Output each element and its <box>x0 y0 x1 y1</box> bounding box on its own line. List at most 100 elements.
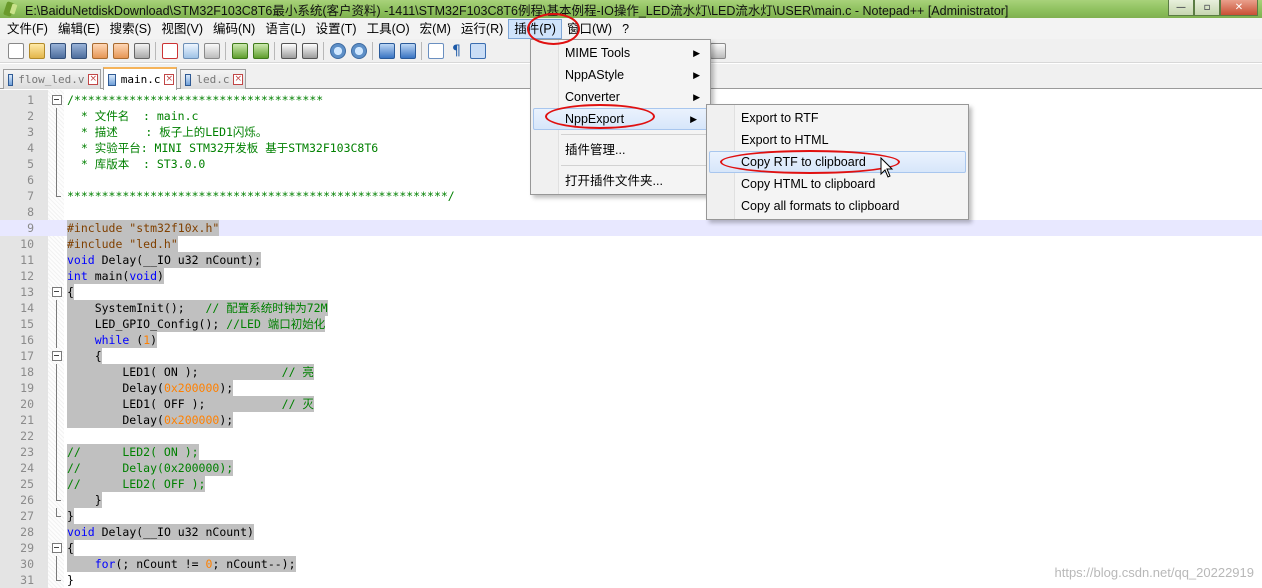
toolbar-separator <box>372 41 373 60</box>
code-token: ) <box>157 269 164 283</box>
nppexport-menu-item[interactable]: Copy RTF to clipboard <box>709 151 966 173</box>
code-token: { <box>67 285 74 299</box>
tab-close-icon[interactable]: × <box>88 74 98 85</box>
code-line[interactable]: 19 Delay(0x200000); <box>0 380 1262 396</box>
nppexport-menu-item[interactable]: Copy HTML to clipboard <box>707 173 968 195</box>
code-token: ); <box>219 413 234 427</box>
plugins-menu-item[interactable]: Converter ▶ <box>531 86 710 108</box>
menu-item[interactable]: 运行(R) <box>456 19 508 39</box>
plugins-menu-item[interactable]: 插件管理... <box>531 139 710 161</box>
fold-toggle-icon[interactable] <box>52 540 62 556</box>
menu-item[interactable]: 窗口(W) <box>562 19 617 39</box>
code-line[interactable]: 22 <box>0 428 1262 444</box>
line-number: 10 <box>20 237 34 251</box>
menu-item[interactable]: 设置(T) <box>311 19 362 39</box>
plugins-menu-item[interactable]: NppAStyle ▶ <box>531 64 710 86</box>
show-all-chars-icon[interactable]: ¶ <box>449 43 465 59</box>
sync-horizontal-icon[interactable] <box>399 42 416 59</box>
code-token: LED1( OFF ); <box>67 397 282 411</box>
menu-item[interactable]: 编码(N) <box>208 19 260 39</box>
code-line[interactable]: 29 { <box>0 540 1262 556</box>
save-all-icon[interactable] <box>70 42 87 59</box>
file-tab[interactable]: flow_led.v × <box>3 69 101 89</box>
code-line[interactable]: 15 LED_GPIO_Config(); //LED 端口初始化 <box>0 316 1262 332</box>
paste-icon[interactable] <box>203 42 220 59</box>
menu-item[interactable]: 插件(P) <box>508 18 562 39</box>
sync-vertical-icon[interactable] <box>378 42 395 59</box>
menu-item[interactable]: 编辑(E) <box>53 19 105 39</box>
fold-toggle-icon[interactable] <box>52 348 62 364</box>
close-file-icon[interactable] <box>91 42 108 59</box>
code-token: void <box>67 253 95 267</box>
code-text: Delay(0x200000); <box>67 380 234 396</box>
code-token: void <box>67 525 95 539</box>
plugins-menu-item[interactable]: MIME Tools ▶ <box>531 42 710 64</box>
cut-icon[interactable] <box>161 42 178 59</box>
minimize-button[interactable]: — <box>1168 0 1194 16</box>
menu-item[interactable]: 宏(M) <box>415 19 456 39</box>
restore-button[interactable]: ▫ <box>1194 0 1220 16</box>
new-file-icon[interactable] <box>7 42 24 59</box>
code-line[interactable]: 24 // Delay(0x200000); <box>0 460 1262 476</box>
file-tab[interactable]: main.c × <box>103 67 177 90</box>
code-line[interactable]: 23 // LED2( ON ); <box>0 444 1262 460</box>
code-token: // 灭 <box>281 397 314 411</box>
undo-icon[interactable] <box>231 42 248 59</box>
menu-item[interactable]: ? <box>617 19 634 39</box>
menu-item[interactable]: 搜索(S) <box>105 19 157 39</box>
menu-item[interactable]: 文件(F) <box>2 19 53 39</box>
nppexport-menu-item[interactable]: Copy all formats to clipboard <box>707 195 968 217</box>
word-wrap-icon[interactable] <box>427 42 444 59</box>
code-line[interactable]: 28 void Delay(__IO u32 nCount) <box>0 524 1262 540</box>
plugins-menu-item[interactable]: NppExport ▶ <box>533 108 708 130</box>
menu-item[interactable]: 语言(L) <box>260 19 310 39</box>
print-icon[interactable] <box>133 42 150 59</box>
code-line[interactable]: 18 LED1( ON ); // 亮 <box>0 364 1262 380</box>
code-line[interactable]: 10 #include "led.h" <box>0 236 1262 252</box>
nppexport-menu-item[interactable]: Export to RTF <box>707 107 968 129</box>
code-text: // Delay(0x200000); <box>67 460 234 476</box>
code-line[interactable]: 16 while (1) <box>0 332 1262 348</box>
code-line[interactable]: 17 { <box>0 348 1262 364</box>
code-line[interactable]: 14 SystemInit(); // 配置系统时钟为72M <box>0 300 1262 316</box>
plugins-menu-item[interactable]: 打开插件文件夹... <box>531 170 710 192</box>
fold-toggle-icon[interactable] <box>52 284 62 300</box>
line-number: 22 <box>20 429 34 443</box>
fold-line-icon <box>52 124 61 140</box>
open-file-icon[interactable] <box>28 42 45 59</box>
line-number: 30 <box>20 557 34 571</box>
close-button[interactable]: ✕ <box>1220 0 1258 16</box>
code-line[interactable]: 25 // LED2( OFF ); <box>0 476 1262 492</box>
tab-close-icon[interactable]: × <box>164 74 174 85</box>
copy-icon[interactable] <box>182 42 199 59</box>
file-save-icon <box>108 73 116 86</box>
menu-item[interactable]: 工具(O) <box>362 19 415 39</box>
nppexport-menu-item[interactable]: Export to HTML <box>707 129 968 151</box>
file-tab[interactable]: led.c × <box>180 69 246 89</box>
code-line[interactable]: 8 <box>0 204 1262 220</box>
save-macro-icon[interactable] <box>709 42 726 59</box>
code-line[interactable]: 12 int main(void) <box>0 268 1262 284</box>
code-line[interactable]: 27} <box>0 508 1262 524</box>
code-line[interactable]: 21 Delay(0x200000); <box>0 412 1262 428</box>
replace-icon[interactable] <box>301 42 318 59</box>
menu-item[interactable]: 视图(V) <box>156 19 208 39</box>
fold-toggle-icon[interactable] <box>52 92 62 108</box>
fold-line-icon <box>52 140 61 156</box>
code-line[interactable]: 9 #include "stm32f10x.h" <box>0 220 1262 236</box>
save-icon[interactable] <box>49 42 66 59</box>
zoom-in-icon[interactable] <box>329 42 346 59</box>
zoom-out-icon[interactable] <box>350 42 367 59</box>
code-token: while <box>94 333 130 347</box>
code-text: } <box>67 508 74 524</box>
find-icon[interactable] <box>280 42 297 59</box>
redo-icon[interactable] <box>252 42 269 59</box>
close-all-icon[interactable] <box>112 42 129 59</box>
code-line[interactable]: 11 void Delay(__IO u32 nCount); <box>0 252 1262 268</box>
indent-guide-icon[interactable] <box>469 42 486 59</box>
tab-close-icon[interactable]: × <box>233 74 243 85</box>
code-line[interactable]: 20 LED1( OFF ); // 灭 <box>0 396 1262 412</box>
line-number: 21 <box>20 413 34 427</box>
code-line[interactable]: 26 } <box>0 492 1262 508</box>
code-line[interactable]: 13 { <box>0 284 1262 300</box>
